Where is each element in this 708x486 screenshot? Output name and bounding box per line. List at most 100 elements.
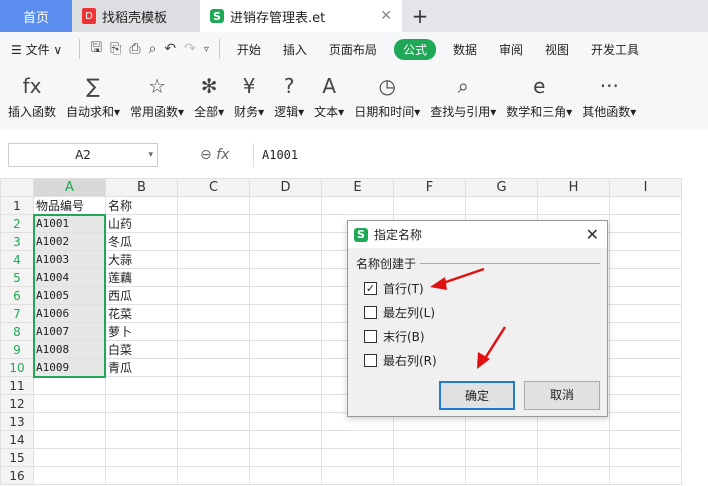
export-icon[interactable]: ⎘ — [106, 41, 125, 57]
cell[interactable] — [249, 232, 322, 251]
cell[interactable] — [609, 286, 682, 305]
formula-input[interactable]: A1001 — [253, 143, 708, 167]
cell[interactable] — [177, 340, 250, 359]
checkbox[interactable] — [364, 306, 377, 319]
cell[interactable] — [609, 376, 682, 395]
cell[interactable] — [249, 304, 322, 323]
cell[interactable] — [105, 394, 178, 413]
cell[interactable] — [33, 412, 106, 431]
cell[interactable] — [609, 196, 682, 215]
ribbon-button[interactable]: ¥ 财务▾ — [234, 66, 264, 120]
column-header[interactable]: C — [177, 178, 250, 197]
cell[interactable] — [177, 448, 250, 467]
close-tab-icon[interactable]: ✕ — [380, 8, 392, 24]
cell[interactable] — [177, 376, 250, 395]
cell[interactable] — [105, 448, 178, 467]
cell[interactable] — [177, 412, 250, 431]
option-checkbox[interactable]: 最右列(R) — [364, 352, 437, 369]
cell[interactable] — [249, 214, 322, 233]
cell[interactable] — [249, 286, 322, 305]
option-checkbox[interactable]: 最左列(L) — [364, 304, 435, 321]
cell[interactable] — [249, 250, 322, 269]
print-preview-icon[interactable]: ⌕ — [145, 41, 161, 57]
ribbon-button[interactable]: ? 逻辑▾ — [274, 66, 304, 120]
menu-developer[interactable]: 开发工具 — [580, 41, 650, 58]
cell[interactable] — [465, 448, 538, 467]
menu-formula[interactable]: 公式 — [393, 38, 436, 60]
cell[interactable] — [177, 196, 250, 215]
cell[interactable] — [393, 466, 466, 485]
cell[interactable]: A1008 — [33, 340, 106, 359]
menu-page-layout[interactable]: 页面布局 — [318, 41, 388, 58]
column-header[interactable]: A — [33, 178, 106, 197]
cell[interactable] — [321, 196, 394, 215]
cell[interactable]: 萝卜 — [105, 322, 178, 341]
checkbox[interactable] — [364, 354, 377, 367]
option-checkbox[interactable]: 末行(B) — [364, 328, 425, 345]
cell[interactable] — [33, 430, 106, 449]
cell[interactable] — [33, 394, 106, 413]
formula-icons[interactable]: ⊖ fx — [200, 147, 229, 163]
cell[interactable] — [321, 466, 394, 485]
cell[interactable] — [177, 214, 250, 233]
new-tab-button[interactable]: + — [402, 0, 438, 32]
undo-icon[interactable]: ↶ — [160, 41, 180, 57]
cell[interactable] — [249, 394, 322, 413]
cell[interactable]: 山药 — [105, 214, 178, 233]
ribbon-button[interactable]: e 数学和三角▾ — [506, 66, 572, 120]
row-header[interactable]: 2 — [0, 214, 34, 233]
cell[interactable] — [393, 196, 466, 215]
column-header[interactable]: G — [465, 178, 538, 197]
cell[interactable] — [105, 430, 178, 449]
cell[interactable] — [609, 232, 682, 251]
ribbon-button[interactable]: ∑ 自动求和▾ — [66, 66, 120, 120]
cell[interactable] — [537, 466, 610, 485]
row-header[interactable]: 12 — [0, 394, 34, 413]
cell[interactable] — [609, 430, 682, 449]
cell[interactable] — [33, 376, 106, 395]
cell[interactable]: 西瓜 — [105, 286, 178, 305]
cell[interactable]: 莲藕 — [105, 268, 178, 287]
cell[interactable]: 青瓜 — [105, 358, 178, 377]
close-icon[interactable]: ✕ — [586, 225, 599, 244]
menu-start[interactable]: 开始 — [226, 41, 272, 58]
cell[interactable] — [609, 358, 682, 377]
cell[interactable] — [249, 466, 322, 485]
row-header[interactable]: 16 — [0, 466, 34, 485]
cell[interactable] — [177, 466, 250, 485]
cell[interactable] — [105, 412, 178, 431]
cell[interactable]: 白菜 — [105, 340, 178, 359]
cell[interactable]: 名称 — [105, 196, 178, 215]
zoom-icon[interactable]: ⊖ — [200, 147, 212, 163]
row-header[interactable]: 10 — [0, 358, 34, 377]
column-header[interactable]: F — [393, 178, 466, 197]
row-header[interactable]: 8 — [0, 322, 34, 341]
cell[interactable] — [609, 250, 682, 269]
cell[interactable] — [249, 340, 322, 359]
fx-icon[interactable]: fx — [216, 147, 229, 163]
cell[interactable] — [249, 376, 322, 395]
row-header[interactable]: 14 — [0, 430, 34, 449]
option-checkbox[interactable]: ✓ 首行(T) — [364, 280, 424, 297]
cell[interactable] — [249, 322, 322, 341]
cell[interactable] — [609, 412, 682, 431]
column-header[interactable]: B — [105, 178, 178, 197]
column-header[interactable]: H — [537, 178, 610, 197]
cell[interactable] — [393, 448, 466, 467]
cell[interactable]: A1004 — [33, 268, 106, 287]
cell[interactable] — [177, 286, 250, 305]
ribbon-button[interactable]: ☆ 常用函数▾ — [130, 66, 184, 120]
cell[interactable] — [465, 430, 538, 449]
cell[interactable] — [249, 358, 322, 377]
cell[interactable] — [609, 304, 682, 323]
column-header[interactable]: D — [249, 178, 322, 197]
cell[interactable] — [33, 466, 106, 485]
cell[interactable] — [249, 448, 322, 467]
row-header[interactable]: 1 — [0, 196, 34, 215]
cell[interactable]: A1006 — [33, 304, 106, 323]
redo-icon[interactable]: ↷ — [180, 41, 200, 57]
cell[interactable]: 物品编号 — [33, 196, 106, 215]
select-all[interactable] — [0, 178, 34, 197]
tab-templates[interactable]: D 找稻壳模板 — [72, 0, 200, 32]
print-icon[interactable]: ⎙ — [125, 41, 144, 57]
